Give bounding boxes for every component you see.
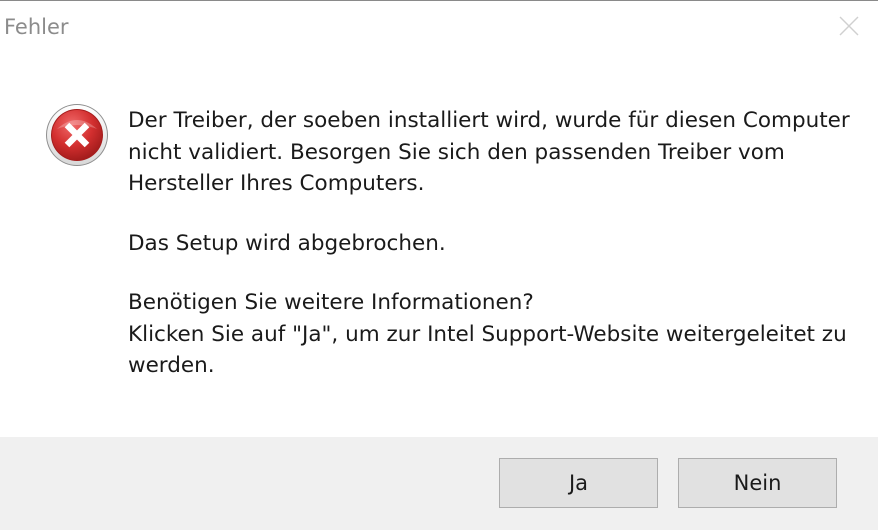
message-line: Das Setup wird abgebrochen. [128, 230, 446, 256]
message-text: Der Treiber, der soeben installiert wird… [128, 105, 850, 382]
message-paragraph-abort: Das Setup wird abgebrochen. [128, 228, 828, 260]
close-button[interactable] [834, 11, 864, 41]
error-icon [46, 104, 108, 166]
no-button[interactable]: Nein [678, 458, 837, 508]
message-line: nicht validiert. Besorgen Sie sich den p… [128, 139, 785, 165]
title-bar: Fehler [0, 1, 878, 53]
message-paragraph-driver: Der Treiber, der soeben installiert wird… [128, 105, 850, 200]
message-line: Der Treiber, der soeben installiert wird… [128, 108, 850, 133]
message-line: werden. [128, 353, 215, 378]
button-bar: Ja Nein [0, 437, 878, 530]
dialog-title: Fehler [4, 15, 69, 39]
message-paragraph-info: Benötigen Sie weitere Informationen? Kli… [128, 287, 847, 382]
close-icon [839, 16, 859, 36]
message-line: Klicken Sie auf "Ja", um zur Intel Suppo… [128, 321, 847, 347]
yes-button[interactable]: Ja [499, 458, 658, 508]
message-line: Benötigen Sie weitere Informationen? [128, 290, 534, 315]
error-dialog: Fehler Der Treiber, der soeben installie… [0, 0, 878, 530]
message-line: Hersteller Ihres Computers. [128, 171, 425, 196]
